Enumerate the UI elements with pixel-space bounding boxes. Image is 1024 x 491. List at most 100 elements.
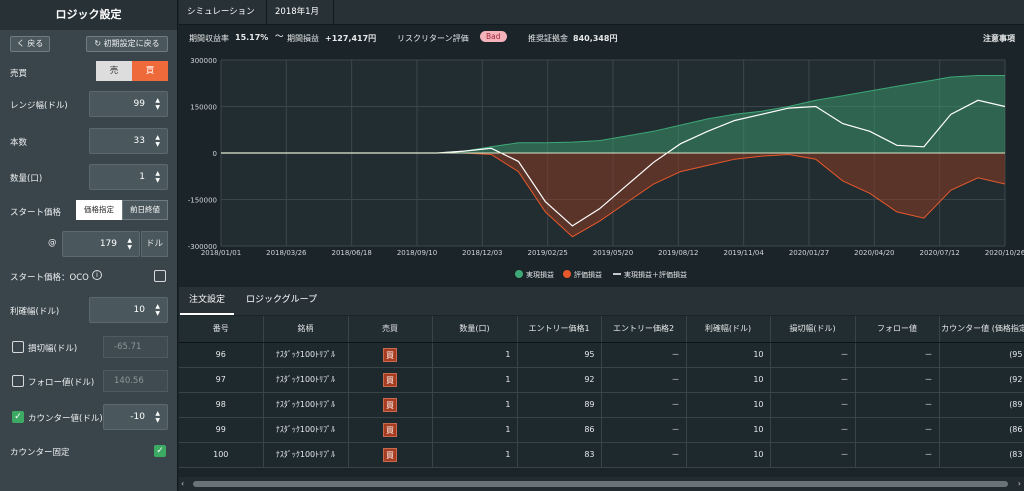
counter-checkbox[interactable]: ✓	[12, 411, 24, 423]
column-header[interactable]: エントリー価格1	[517, 316, 602, 343]
legend-marker	[563, 270, 571, 278]
table-cell: 10	[686, 367, 771, 393]
stepper-arrows-icon[interactable]: ▲ ▼	[155, 410, 160, 424]
oco-checkbox[interactable]	[154, 270, 166, 282]
stoploss-label: 損切幅(ドル)	[28, 344, 78, 354]
table-cell: －	[770, 442, 856, 468]
follow-field[interactable]: 140.56	[103, 370, 168, 392]
table-row[interactable]: 97 ﾅｽﾀﾞｯｸ100ﾄﾘﾌﾟﾙ買 1 92 － 10 －－ (92	[179, 367, 1024, 393]
buy-badge: 買	[383, 372, 397, 387]
legend-label: 評価損益	[574, 270, 602, 279]
counter-fixed-checkbox[interactable]: ✓	[154, 445, 166, 457]
qty-value: 1	[139, 172, 145, 182]
table-row[interactable]: 96 ﾅｽﾀﾞｯｸ100ﾄﾘﾌﾟﾙ買 1 95 － 10 －－ (95	[179, 342, 1024, 368]
dollar-unit: ドル	[141, 231, 168, 257]
x-tick-label: 2018/09/10	[397, 249, 437, 257]
x-tick-label: 2020/10/26	[985, 249, 1024, 257]
start-price-label: スタート価格	[10, 208, 62, 218]
counter-label: カウンター値(ドル)	[28, 414, 103, 424]
tab-simulation[interactable]: シミュレーション	[179, 0, 267, 25]
scroll-left-icon[interactable]: ‹	[181, 479, 184, 488]
column-header[interactable]: 損切幅(ドル)	[770, 316, 856, 343]
table-cell: 95	[517, 342, 602, 368]
qty-stepper[interactable]: 1 ▲ ▼	[89, 164, 168, 190]
takeprofit-stepper[interactable]: 10 ▲ ▼	[89, 297, 168, 323]
table-cell: －	[601, 417, 687, 443]
tab-logic-groups[interactable]: ロジックグループ	[237, 287, 326, 315]
follow-checkbox[interactable]	[12, 375, 24, 387]
table-cell: 買	[348, 417, 433, 443]
column-header[interactable]: 銘柄	[263, 316, 349, 343]
notes-link[interactable]: 注意事項	[983, 33, 1015, 44]
return-label: 期間収益率	[189, 34, 229, 43]
info-icon[interactable]: i	[92, 270, 102, 280]
stepper-arrows-icon[interactable]: ▲ ▼	[155, 170, 160, 184]
stepper-arrows-icon[interactable]: ▲ ▼	[155, 97, 160, 111]
x-tick-label: 2020/04/20	[854, 249, 894, 257]
legend-label: 実現損益	[526, 270, 554, 279]
panel-title: ロジック設定	[0, 0, 177, 30]
table-cell: 10	[686, 442, 771, 468]
at-label: @	[48, 238, 57, 248]
reset-defaults-button[interactable]: ↻ 初期設定に戻る	[86, 36, 168, 52]
table-cell: 10	[686, 417, 771, 443]
prev-close-toggle[interactable]: 前日終値	[122, 200, 168, 220]
simulation-area: シミュレーション 2018年1月～ 期間収益率 15.17% 期間損益 +127…	[179, 0, 1024, 491]
table-cell: 買	[348, 342, 433, 368]
stoploss-checkbox[interactable]	[12, 341, 24, 353]
stoploss-field[interactable]: -65.71	[103, 336, 168, 358]
legend-marker	[515, 270, 523, 278]
x-tick-label: 2018/06/18	[331, 249, 371, 257]
table-cell: ﾅｽﾀﾞｯｸ100ﾄﾘﾌﾟﾙ	[263, 342, 349, 368]
lower-tabs: 注文設定 ロジックグループ	[179, 287, 1024, 315]
price-spec-toggle[interactable]: 価格指定	[76, 200, 122, 220]
x-tick-label: 2018/12/03	[462, 249, 502, 257]
back-button[interactable]: く 戻る	[10, 36, 50, 52]
table-cell: 83	[517, 442, 602, 468]
range-stepper[interactable]: 99 ▲ ▼	[89, 91, 168, 117]
table-cell: 96	[179, 342, 264, 368]
stepper-arrows-icon[interactable]: ▲ ▼	[127, 237, 132, 251]
takeprofit-value: 10	[133, 305, 145, 315]
count-stepper[interactable]: 33 ▲ ▼	[89, 128, 168, 154]
horizontal-scrollbar[interactable]: ‹ ›	[179, 477, 1024, 491]
column-header[interactable]: フォロー値	[855, 316, 940, 343]
follow-label: フォロー値(ドル)	[28, 378, 95, 388]
table-cell: 92	[517, 367, 602, 393]
table-cell: －	[770, 367, 856, 393]
tab-period[interactable]: 2018年1月～	[267, 0, 334, 42]
scrollbar-thumb[interactable]	[193, 481, 1008, 487]
column-header[interactable]: 数量(口)	[432, 316, 518, 343]
top-tabs: シミュレーション 2018年1月～	[179, 0, 1024, 42]
table-cell: (86	[939, 417, 1024, 443]
table-cell: 100	[179, 442, 264, 468]
table-row[interactable]: 100 ﾅｽﾀﾞｯｸ100ﾄﾘﾌﾟﾙ買 1 83 － 10 －－ (83	[179, 442, 1024, 468]
y-tick-label: 300000	[190, 57, 217, 65]
table-cell: (92	[939, 367, 1024, 393]
table-cell: 89	[517, 392, 602, 418]
table-cell: 買	[348, 367, 433, 393]
column-header[interactable]: 売買	[348, 316, 433, 343]
column-header[interactable]: エントリー価格2	[601, 316, 687, 343]
column-header[interactable]: 番号	[179, 316, 264, 343]
counter-stepper[interactable]: -10 ▲ ▼	[103, 404, 168, 430]
start-price-stepper[interactable]: 179 ▲ ▼	[62, 231, 140, 257]
stepper-arrows-icon[interactable]: ▲ ▼	[155, 303, 160, 317]
column-header[interactable]: 利確幅(ドル)	[686, 316, 771, 343]
buy-badge: 買	[383, 397, 397, 412]
table-cell: (95	[939, 342, 1024, 368]
x-tick-label: 2019/05/20	[593, 249, 633, 257]
table-row[interactable]: 98 ﾅｽﾀﾞｯｸ100ﾄﾘﾌﾟﾙ買 1 89 － 10 －－ (89	[179, 392, 1024, 418]
tab-order-settings[interactable]: 注文設定	[180, 287, 235, 315]
column-header[interactable]: カウンター値 (価格指定	[939, 316, 1024, 343]
counter-fixed-label: カウンター固定	[10, 448, 70, 458]
x-tick-label: 2020/01/27	[789, 249, 829, 257]
sell-toggle[interactable]: 売	[96, 61, 132, 81]
stats-bar: 期間収益率 15.17% 期間損益 +127,417円 リスクリターン評価 Ba…	[179, 26, 1024, 50]
scroll-right-icon[interactable]: ›	[1018, 479, 1021, 488]
buy-toggle[interactable]: 買	[132, 61, 168, 81]
table-row[interactable]: 99 ﾅｽﾀﾞｯｸ100ﾄﾘﾌﾟﾙ買 1 86 － 10 －－ (86	[179, 417, 1024, 443]
stepper-arrows-icon[interactable]: ▲ ▼	[155, 134, 160, 148]
oco-label: スタート価格：OCO	[10, 273, 89, 283]
table-cell: －	[770, 342, 856, 368]
